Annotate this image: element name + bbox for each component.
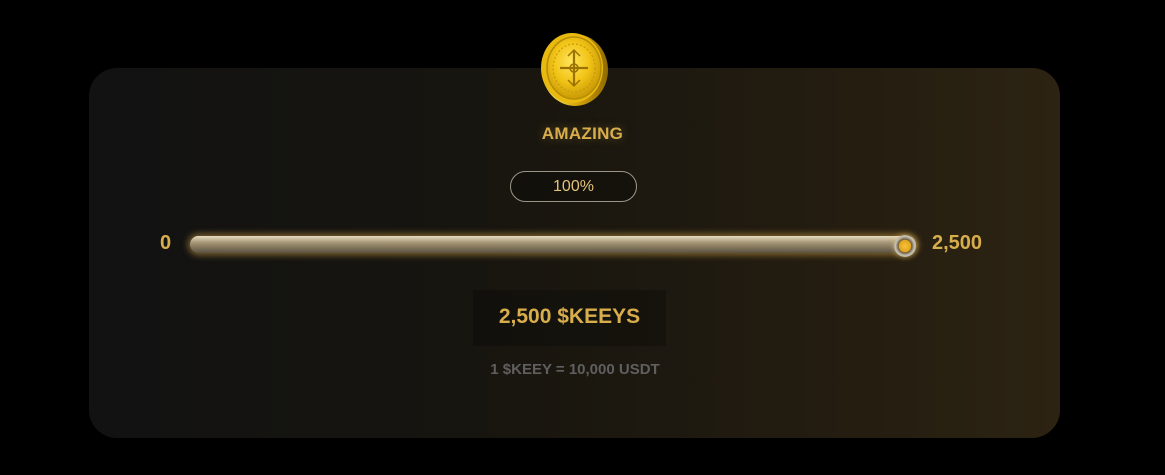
- amount-slider-track[interactable]: [190, 236, 916, 253]
- amount-slider-fill: [190, 236, 916, 253]
- slider-max-label: 2,500: [932, 232, 983, 254]
- exchange-rate-label: 1 $KEEY = 10,000 USDT: [490, 361, 660, 378]
- gold-coin-icon: [535, 28, 611, 108]
- tier-label: AMAZING: [541, 124, 624, 143]
- amount-slider-thumb[interactable]: [894, 235, 916, 257]
- page: AMAZING 100% 0 2,500 2,500 $KEEYS 1 $KEE…: [0, 0, 1165, 475]
- slider-min-label: 0: [160, 232, 172, 254]
- amount-display: 2,500 $KEEYS: [473, 290, 666, 346]
- percent-badge: 100%: [510, 171, 637, 202]
